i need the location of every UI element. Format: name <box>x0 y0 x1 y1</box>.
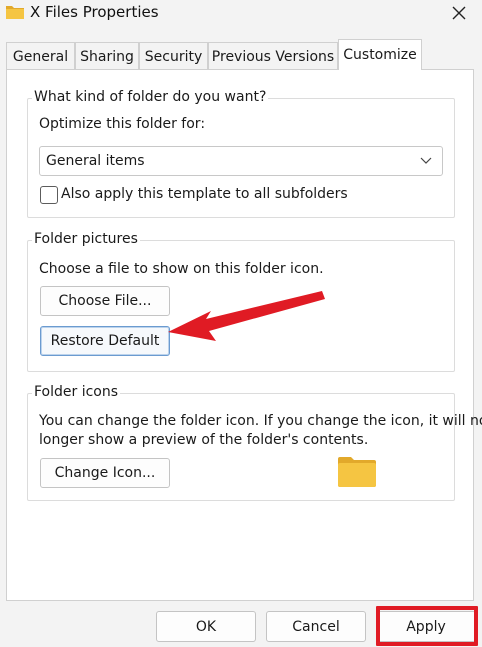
change-icon-button[interactable]: Change Icon... <box>40 458 170 488</box>
window-title: X Files Properties <box>30 3 159 21</box>
apply-subfolders-checkbox[interactable] <box>40 186 58 204</box>
close-button[interactable] <box>444 0 474 26</box>
apply-button[interactable]: Apply <box>376 611 476 642</box>
restore-default-button[interactable]: Restore Default <box>40 326 170 356</box>
folder-icons-description-line2: longer show a preview of the folder's co… <box>39 432 369 448</box>
folder-type-group: What kind of folder do you want? Optimiz… <box>27 89 455 218</box>
optimize-select-value: General items <box>46 153 145 169</box>
optimize-select[interactable]: General items <box>39 146 443 176</box>
tab-customize[interactable]: Customize <box>338 39 422 70</box>
folder-icons-legend: Folder icons <box>32 384 121 400</box>
tab-sharing[interactable]: Sharing <box>75 42 139 70</box>
tab-security[interactable]: Security <box>139 42 208 70</box>
chevron-down-icon <box>420 157 432 164</box>
folder-icons-group: Folder icons You can change the folder i… <box>27 384 482 501</box>
folder-pictures-legend: Folder pictures <box>32 231 140 247</box>
cancel-button[interactable]: Cancel <box>266 611 366 642</box>
folder-icon <box>5 4 25 20</box>
tab-previous-versions[interactable]: Previous Versions <box>208 42 338 70</box>
title-bar: X Files Properties <box>0 0 482 26</box>
folder-type-legend: What kind of folder do you want? <box>32 89 269 105</box>
folder-pictures-group: Folder pictures Choose a file to show on… <box>27 231 455 372</box>
close-icon <box>452 6 466 20</box>
optimize-label: Optimize this folder for: <box>39 116 206 132</box>
folder-preview-icon <box>337 456 377 488</box>
folder-pictures-description: Choose a file to show on this folder ico… <box>39 261 324 277</box>
customize-panel: What kind of folder do you want? Optimiz… <box>6 69 482 601</box>
folder-icons-description-line1: You can change the folder icon. If you c… <box>39 413 482 429</box>
ok-button[interactable]: OK <box>156 611 256 642</box>
choose-file-button[interactable]: Choose File... <box>40 286 170 316</box>
apply-subfolders-label: Also apply this template to all subfolde… <box>61 186 348 202</box>
tab-general[interactable]: General <box>6 42 75 70</box>
